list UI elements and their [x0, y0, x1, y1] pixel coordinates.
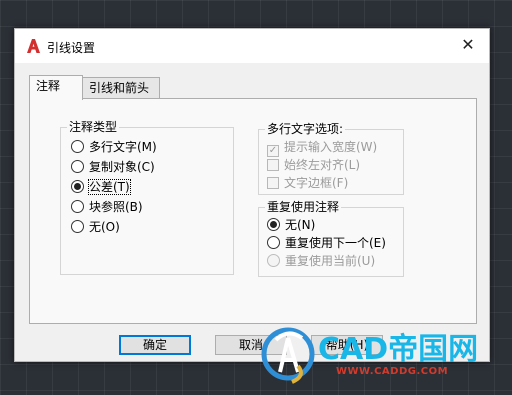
- cad-watermark: CAD帝国网 WWW.CADDG.COM: [258, 318, 508, 390]
- checkbox-text-frame[interactable]: 文字边框(F): [267, 174, 348, 192]
- cad-empire-logo-icon: [261, 327, 315, 384]
- watermark-brand: CAD帝国网: [318, 332, 479, 367]
- checkbox-always-left-justify[interactable]: 始终左对齐(L): [267, 156, 360, 174]
- button-label: 确定: [142, 338, 167, 352]
- tab-label: 引线和箭头: [89, 81, 150, 95]
- radio-circle: [267, 236, 280, 249]
- annotation-type-group: 注释类型 多行文字(M) 复制对象(C) 公差(T) 块参照(B) 无(O): [60, 120, 234, 275]
- annotation-type-legend: 注释类型: [67, 120, 120, 134]
- title-bar: 引线设置 ✕: [15, 29, 489, 63]
- radio-mtext[interactable]: 多行文字(M): [71, 138, 157, 156]
- radio-circle: [71, 160, 84, 173]
- reuse-annotation-legend: 重复使用注释: [265, 200, 342, 214]
- radio-circle-selected: [267, 218, 280, 231]
- option-label: 无(N): [285, 218, 316, 232]
- ok-button[interactable]: 确定: [119, 335, 191, 355]
- leader-settings-dialog: 引线设置 ✕ 注释 引线和箭头 注释类型 多行文字(M) 复制对象(C) 公差(…: [14, 28, 490, 362]
- radio-block-reference[interactable]: 块参照(B): [71, 198, 143, 216]
- mtext-options-group: 多行文字选项: ✓ 提示输入宽度(W) 始终左对齐(L) 文字边框(F): [258, 122, 404, 195]
- option-label: 提示输入宽度(W): [284, 140, 378, 154]
- watermark-url: WWW.CADDG.COM: [336, 366, 449, 377]
- dialog-title: 引线设置: [47, 41, 96, 55]
- reuse-annotation-group: 重复使用注释 无(N) 重复使用下一个(E) 重复使用当前(U): [258, 200, 404, 277]
- checkbox-prompt-width[interactable]: ✓ 提示输入宽度(W): [267, 138, 378, 157]
- tab-label: 注释: [36, 79, 61, 93]
- option-label: 始终左对齐(L): [284, 158, 361, 172]
- radio-copy-object[interactable]: 复制对象(C): [71, 158, 155, 176]
- option-label: 公差(T): [88, 179, 131, 195]
- option-label: 重复使用当前(U): [285, 254, 376, 268]
- annotation-tab-panel: 注释类型 多行文字(M) 复制对象(C) 公差(T) 块参照(B) 无(O) 多…: [29, 98, 477, 324]
- radio-circle-selected: [71, 180, 84, 193]
- radio-none[interactable]: 无(O): [71, 218, 120, 236]
- option-label: 无(O): [89, 220, 120, 234]
- radio-reuse-none[interactable]: 无(N): [267, 216, 315, 234]
- option-label: 重复使用下一个(E): [285, 236, 386, 250]
- radio-reuse-next[interactable]: 重复使用下一个(E): [267, 234, 386, 252]
- radio-tolerance[interactable]: 公差(T): [71, 178, 131, 196]
- close-icon[interactable]: ✕: [459, 36, 477, 54]
- tab-leader-and-arrow[interactable]: 引线和箭头: [82, 77, 160, 98]
- autocad-logo-icon: [27, 39, 40, 53]
- option-label: 块参照(B): [89, 200, 143, 214]
- option-label: 复制对象(C): [89, 160, 155, 174]
- mtext-options-legend: 多行文字选项:: [265, 122, 346, 136]
- checkbox-box: [267, 159, 279, 171]
- radio-reuse-current[interactable]: 重复使用当前(U): [267, 252, 375, 270]
- radio-circle: [71, 200, 84, 213]
- option-label: 多行文字(M): [89, 140, 157, 154]
- radio-circle: [71, 140, 84, 153]
- radio-circle: [71, 220, 84, 233]
- checkbox-box: [267, 177, 279, 189]
- option-label: 文字边框(F): [284, 176, 349, 190]
- tab-annotation[interactable]: 注释: [29, 75, 83, 100]
- radio-circle-disabled: [267, 254, 280, 267]
